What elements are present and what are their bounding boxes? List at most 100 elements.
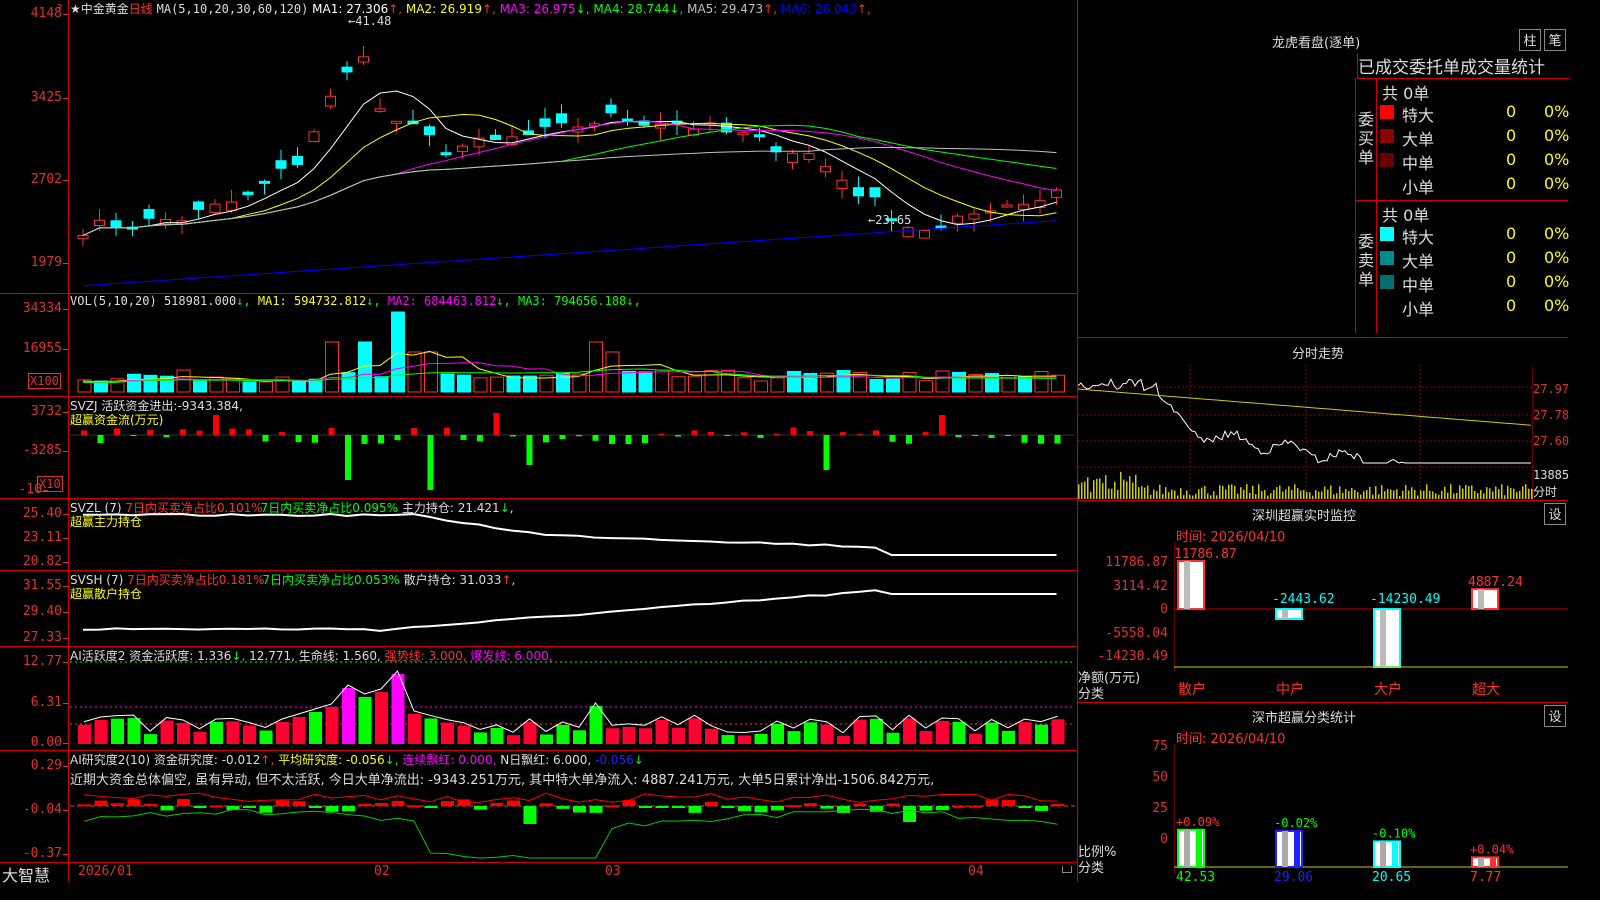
volume-bar	[176, 369, 191, 393]
y-label: 27.97	[1533, 382, 1570, 396]
volume-bar	[671, 376, 686, 393]
intraday-volume-bar	[1411, 487, 1413, 499]
sell-side-label: 委卖单	[1358, 232, 1375, 289]
order-percent: 0%	[1544, 150, 1570, 169]
sz-monitor-xcat: 分类	[1078, 687, 1105, 702]
order-percent: 0%	[1544, 248, 1570, 267]
color-swatch	[1380, 227, 1394, 241]
bar-mode-button[interactable]: 柱	[1519, 29, 1541, 51]
flow-bar	[81, 430, 87, 435]
svsh-chart[interactable]	[70, 578, 1075, 644]
volume-bar	[391, 311, 405, 393]
intraday-volume-bar	[1348, 490, 1350, 499]
sz-class-chart[interactable]: +0.09% 42.53 -0.02% 29.06 -0.10% 20.65 +0.04% 7…	[1174, 743, 1568, 883]
buy-side-label: 委买单	[1358, 110, 1375, 167]
order-row: 大单 0 0%	[1380, 248, 1570, 271]
research-bar	[177, 799, 190, 806]
active-bar	[870, 718, 883, 744]
candle	[919, 229, 930, 239]
flow-bar	[411, 427, 417, 435]
active-bar	[144, 734, 157, 744]
category-label: 大户	[1374, 681, 1402, 698]
sz-monitor-chart[interactable]: 11786.87 散户 -2443.62 中户 -14230.49 大户 4887.24 超大	[1174, 541, 1568, 701]
y-label: -14230.49	[1097, 649, 1168, 664]
candle	[1001, 204, 1013, 208]
volume-bar	[1051, 374, 1065, 393]
intraday-volume-bar	[1501, 484, 1503, 499]
intraday-volume-bar	[1504, 495, 1506, 499]
y-label: 2702	[30, 172, 69, 187]
high-note: ←41.48	[348, 14, 392, 28]
active-bar	[721, 735, 735, 744]
intraday-volume-bar	[1216, 495, 1218, 499]
active-bar	[490, 727, 504, 744]
svzl-chart[interactable]	[70, 505, 1075, 567]
order-percent: 0%	[1544, 224, 1570, 243]
tick-mode-button[interactable]: 笔	[1544, 29, 1566, 51]
active-bar	[853, 719, 867, 744]
active-bar	[556, 724, 570, 744]
intraday-volume-bar	[1291, 490, 1293, 499]
intraday-volume-bar	[1162, 494, 1164, 499]
star-icon[interactable]: ★	[70, 2, 81, 16]
research-bar	[94, 800, 108, 806]
ma6-line	[82, 220, 1057, 287]
volume-chart[interactable]	[70, 308, 1075, 394]
svzj-chart[interactable]	[70, 405, 1075, 495]
intraday-volume-bar	[1234, 485, 1236, 499]
ratio-bar-stripe	[1294, 830, 1300, 867]
intraday-volume-bar	[1129, 476, 1131, 499]
research-bar	[309, 806, 322, 808]
settings-button[interactable]: 设	[1544, 705, 1566, 727]
intraday-volume-bar	[1357, 492, 1359, 499]
intraday-volume-bar	[1456, 492, 1458, 499]
intraday-chart[interactable]	[1078, 365, 1533, 499]
lock-icon[interactable]	[1062, 866, 1072, 873]
ma-arrow: ↓,	[669, 2, 684, 16]
research-bar	[1002, 799, 1015, 806]
intraday-volume-bar	[1342, 492, 1344, 499]
settings-button[interactable]: 设	[1544, 503, 1566, 525]
vol-header: VOL(5,10,20) 518981.000 ↓, MA1: 594732.81…	[70, 294, 641, 308]
flow-bar	[213, 415, 219, 435]
y-label: 0	[1160, 602, 1168, 617]
active-bar	[837, 735, 850, 744]
svsh-line	[82, 589, 1057, 632]
intraday-volume-bar	[1360, 494, 1362, 499]
active-bar	[160, 720, 174, 744]
y-label: 23.11	[22, 530, 69, 545]
research-bar	[375, 802, 388, 806]
intraday-volume-bar	[1321, 491, 1323, 499]
ai-research-a: 资金研究度: -0.012	[153, 753, 261, 767]
intraday-volume-bar	[1312, 495, 1314, 499]
ai-research-chart[interactable]	[70, 780, 1075, 860]
period-label[interactable]: 日线	[129, 2, 153, 16]
flow-bar	[576, 435, 582, 437]
flow-bar	[642, 435, 648, 444]
research-bar	[672, 806, 685, 808]
ai-active-chart[interactable]	[70, 660, 1075, 746]
research-bar	[639, 806, 652, 808]
y-label: 75	[1152, 739, 1168, 754]
intraday-volume-bar	[1126, 481, 1128, 499]
active-bar	[622, 726, 636, 744]
active-bar	[655, 719, 669, 744]
active-bar	[985, 722, 999, 744]
intraday-volume-bar	[1354, 489, 1356, 499]
active-bar	[589, 706, 603, 744]
intraday-volume-bar	[1393, 490, 1395, 499]
research-bar	[705, 801, 718, 806]
research-bar	[573, 806, 586, 813]
candle	[308, 131, 320, 142]
chart-area[interactable]: ★中金黄金日线 MA(5,10,20,30,60,120) MA1: 27.30…	[0, 0, 1078, 885]
active-bar	[226, 721, 240, 744]
y-label: 1979	[30, 255, 69, 270]
candle	[1051, 189, 1062, 198]
active-bar	[886, 732, 900, 744]
volume-bar	[754, 380, 768, 393]
volume-bar	[638, 371, 653, 393]
y-label: 13885	[1533, 468, 1570, 482]
flow-bar	[675, 435, 681, 437]
y-label: 0	[1160, 832, 1168, 847]
kline-chart[interactable]	[70, 16, 1075, 292]
